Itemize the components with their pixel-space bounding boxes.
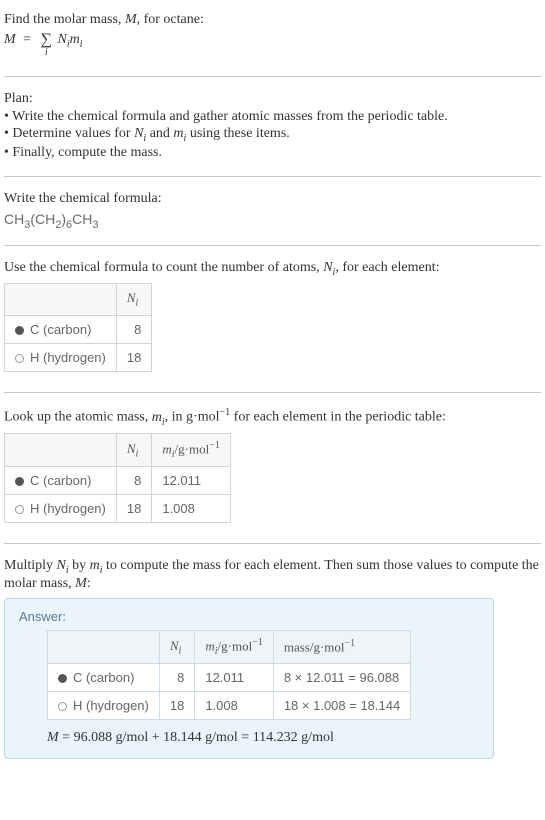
- col-m: mi/g·mol−1: [195, 631, 273, 664]
- plan-item: • Determine values for Ni and mi using t…: [4, 126, 541, 144]
- table-header-row: Ni mi/g·mol−1: [5, 434, 231, 467]
- divider: [4, 543, 541, 544]
- intro-line1: Find the molar mass, M, for octane:: [4, 12, 541, 28]
- m-cell: 12.011: [152, 467, 230, 495]
- intro-text2: , for octane:: [137, 12, 204, 27]
- plan-list: • Write the chemical formula and gather …: [4, 109, 541, 161]
- plan-title: Plan:: [4, 91, 541, 107]
- n-cell: 18: [159, 692, 194, 720]
- n-cell: 8: [159, 664, 194, 692]
- blank-header: [48, 631, 160, 664]
- answer-table: Ni mi/g·mol−1 mass/g·mol−1 C (carbon) 8 …: [47, 630, 411, 720]
- intro-text: Find the molar mass,: [4, 12, 125, 27]
- filled-dot-icon: [15, 326, 24, 335]
- chemical-formula: CH3(CH2)6CH3: [4, 211, 541, 231]
- element-cell: C (carbon): [48, 664, 160, 692]
- element-cell: H (hydrogen): [5, 344, 117, 372]
- table-header-row: Ni: [5, 284, 152, 316]
- answer-result: M = 96.088 g/mol + 18.144 g/mol = 114.23…: [47, 730, 479, 746]
- m-cell: 12.011: [195, 664, 273, 692]
- n-cell: 18: [116, 344, 151, 372]
- chem-formula-title: Write the chemical formula:: [4, 191, 541, 207]
- filled-dot-icon: [15, 477, 24, 486]
- n-cell: 8: [116, 467, 151, 495]
- table-row: C (carbon) 8 12.011 8 × 12.011 = 96.088: [48, 664, 411, 692]
- col-m: mi/g·mol−1: [152, 434, 230, 467]
- compute-title: Multiply Ni by mi to compute the mass fo…: [4, 558, 541, 592]
- table-header-row: Ni mi/g·mol−1 mass/g·mol−1: [48, 631, 411, 664]
- sigma-symbol: ∑ i: [41, 32, 52, 48]
- element-cell: C (carbon): [5, 316, 117, 344]
- m-cell: 1.008: [152, 495, 230, 523]
- hollow-dot-icon: [15, 354, 24, 363]
- divider: [4, 392, 541, 393]
- col-N: Ni: [116, 434, 151, 467]
- table-row: C (carbon) 8: [5, 316, 152, 344]
- divider: [4, 245, 541, 246]
- intro-equation: M = ∑ i Nimi: [4, 32, 541, 50]
- atomic-mass-table: Ni mi/g·mol−1 C (carbon) 8 12.011 H (hyd…: [4, 433, 231, 523]
- col-mass: mass/g·mol−1: [273, 631, 410, 664]
- n-cell: 18: [116, 495, 151, 523]
- intro-section: Find the molar mass, M, for octane: M = …: [4, 6, 541, 68]
- eq-m: m: [70, 32, 80, 47]
- hollow-dot-icon: [15, 505, 24, 514]
- divider: [4, 76, 541, 77]
- table-row: H (hydrogen) 18 1.008 18 × 1.008 = 18.14…: [48, 692, 411, 720]
- answer-box: Answer: Ni mi/g·mol−1 mass/g·mol−1 C (ca…: [4, 598, 494, 759]
- divider: [4, 176, 541, 177]
- blank-header: [5, 284, 117, 316]
- col-N: Ni: [159, 631, 194, 664]
- element-cell: C (carbon): [5, 467, 117, 495]
- count-atoms-section: Use the chemical formula to count the nu…: [4, 254, 541, 384]
- plan-item: • Write the chemical formula and gather …: [4, 109, 541, 125]
- element-cell: H (hydrogen): [5, 495, 117, 523]
- table-row: H (hydrogen) 18 1.008: [5, 495, 231, 523]
- filled-dot-icon: [58, 674, 67, 683]
- col-N: Ni: [116, 284, 151, 316]
- plan-item: • Finally, compute the mass.: [4, 145, 541, 161]
- m-cell: 1.008: [195, 692, 273, 720]
- table-row: H (hydrogen) 18: [5, 344, 152, 372]
- mass-cell: 18 × 1.008 = 18.144: [273, 692, 410, 720]
- intro-var-M: M: [125, 12, 137, 27]
- atomic-mass-title: Look up the atomic mass, mi, in g·mol−1 …: [4, 407, 541, 427]
- count-atoms-title: Use the chemical formula to count the nu…: [4, 260, 541, 278]
- eq-N: N: [57, 32, 66, 47]
- table-row: C (carbon) 8 12.011: [5, 467, 231, 495]
- mass-cell: 8 × 12.011 = 96.088: [273, 664, 410, 692]
- chem-formula-section: Write the chemical formula: CH3(CH2)6CH3: [4, 185, 541, 237]
- blank-header: [5, 434, 117, 467]
- compute-section: Multiply Ni by mi to compute the mass fo…: [4, 552, 541, 765]
- eq-equals: =: [23, 32, 31, 47]
- eq-lhs: M: [4, 32, 16, 47]
- atom-count-table: Ni C (carbon) 8 H (hydrogen) 18: [4, 283, 152, 372]
- n-cell: 8: [116, 316, 151, 344]
- element-cell: H (hydrogen): [48, 692, 160, 720]
- answer-label: Answer:: [19, 609, 479, 624]
- atomic-mass-section: Look up the atomic mass, mi, in g·mol−1 …: [4, 401, 541, 535]
- plan-section: Plan: • Write the chemical formula and g…: [4, 85, 541, 168]
- hollow-dot-icon: [58, 702, 67, 711]
